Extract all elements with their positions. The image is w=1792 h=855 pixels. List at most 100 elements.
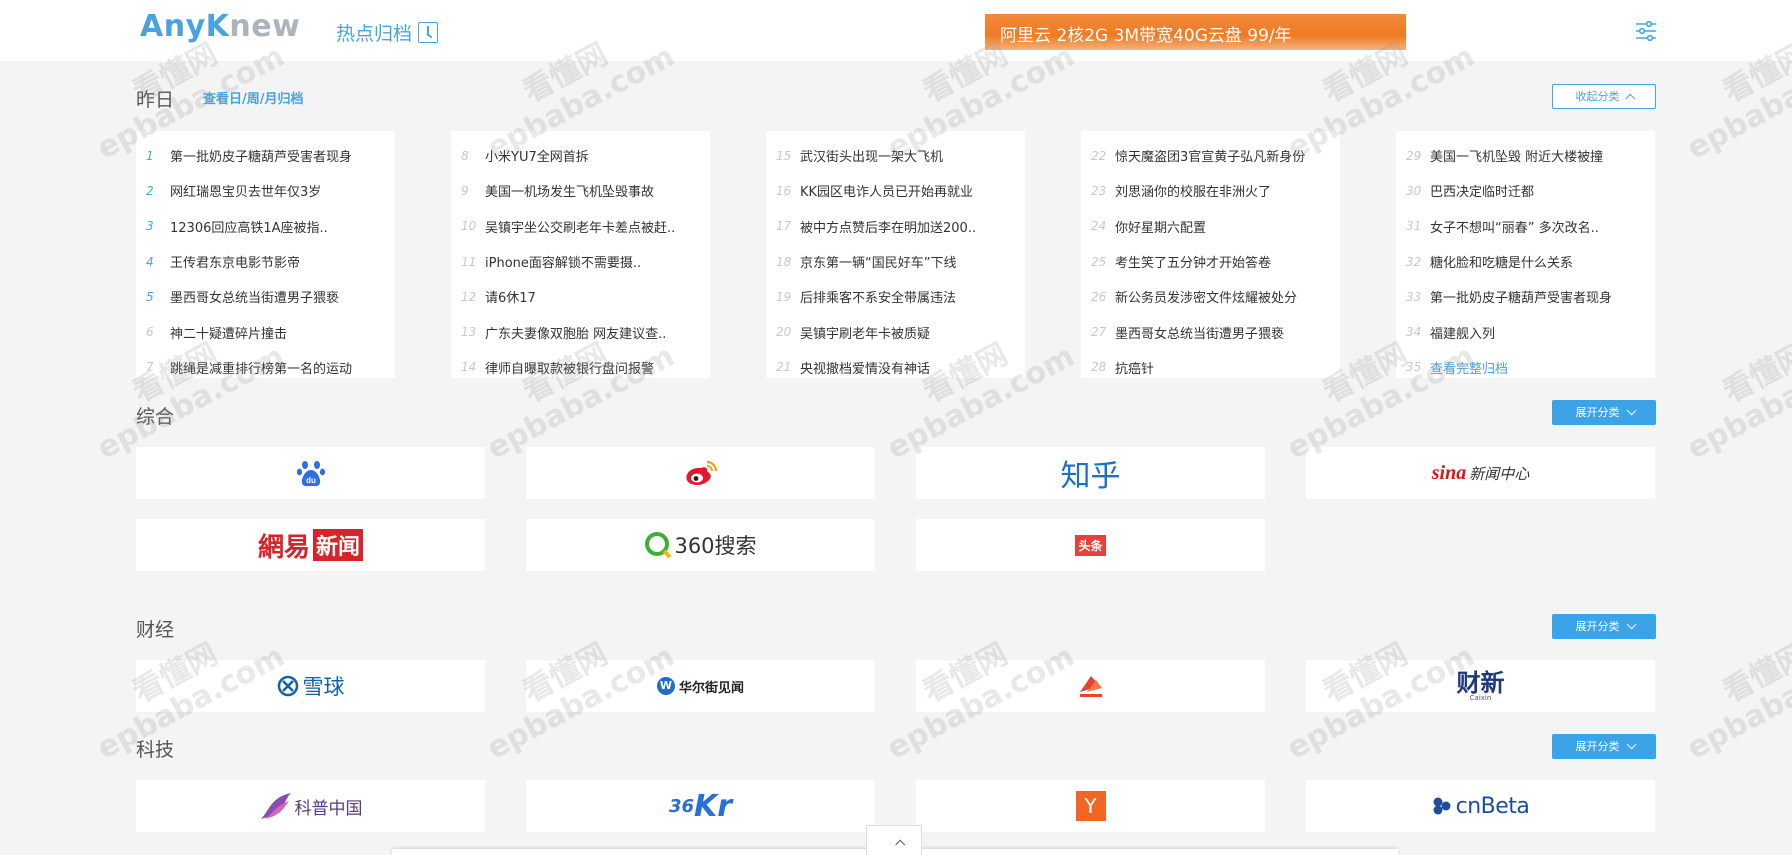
hot-list-item[interactable]: 19 后排乘客不系安全带属违法 [766,279,1025,314]
source-card-weibo[interactable] [526,447,875,499]
hot-list-item[interactable]: 32 糖化脸和吃糖是什么关系 [1396,244,1655,279]
hot-list-item[interactable]: 35 查看完整归档 [1396,350,1655,385]
hot-list-item[interactable]: 27 墨西哥女总统当街遭男子猥亵 [1081,314,1340,349]
source-card-netease[interactable]: 網易 新闻 [136,519,485,571]
rank-number: 8 [461,148,469,163]
toutiao-logo: 头条 [1075,534,1106,556]
hot-list-item[interactable]: 21 央视撤档爱情没有神话 [766,350,1025,385]
hot-item-title: 你好星期六配置 [1115,220,1207,236]
hot-item-title: 第一批奶皮子糖葫芦受害者现身 [170,150,353,166]
hot-list-item[interactable]: 16 KK园区电诈人员已开始再就业 [766,173,1025,208]
hot-list-item[interactable]: 13 广东夫妻像双胞胎 网友建议查.. [451,314,710,349]
cnbeta-label: cnBeta [1455,793,1530,819]
hot-list-item[interactable]: 9 美国一机场发生飞机坠毁事故 [451,173,710,208]
hot-list-item[interactable]: 6 神二十疑遭碎片撞击 [136,314,395,349]
hot-list-item[interactable]: 29 美国一飞机坠毁 附近大楼被撞 [1396,138,1655,173]
hot-list-item[interactable]: 18 京东第一辆“国民好车”下线 [766,244,1025,279]
rank-number: 31 [1406,219,1422,234]
expand-category-button-finance[interactable]: 展开分类 [1552,614,1656,639]
settings-sliders-icon[interactable] [1635,21,1657,41]
rank-number: 12 [461,289,477,304]
rank-number: 24 [1091,219,1107,234]
hot-list-item[interactable]: 34 福建舰入列 [1396,314,1655,349]
hot-list-item[interactable]: 23 刘思涵你的校服在非洲火了 [1081,173,1340,208]
hot-list-item[interactable]: 20 吴镇宇刷老年卡被质疑 [766,314,1025,349]
rank-number: 34 [1406,325,1422,340]
hot-list-item[interactable]: 26 新公务员发涉密文件炫耀被处分 [1081,279,1340,314]
hot-list-item[interactable]: 5 墨西哥女总统当街遭男子猥亵 [136,279,395,314]
hot-list-item[interactable]: 22 惊天魔盗团3官宣黄子弘凡新身份 [1081,138,1340,173]
rank-number: 32 [1406,254,1422,269]
hot-list-item[interactable]: 31 女子不想叫“丽春” 多次改名.. [1396,209,1655,244]
hot-list-item[interactable]: 12 请6休17 [451,279,710,314]
hot-list-item[interactable]: 8 小米YU7全网首拆 [451,138,710,173]
360-search-icon [645,532,672,559]
hot-list-item[interactable]: 3 12306回应高铁1A座被指.. [136,209,395,244]
hot-list-item[interactable]: 7 跳绳是减重排行榜第一名的运动 [136,350,395,385]
source-card-cnbeta[interactable]: cnBeta [1306,780,1655,832]
360-search-label: 360搜索 [674,534,757,558]
hot-item-title: 广东夫妻像双胞胎 网友建议查.. [485,326,667,342]
source-card-kepu[interactable]: 科普中国 [136,780,485,832]
hot-list-item[interactable]: 10 吴镇宇坐公交刷老年卡差点被赶.. [451,209,710,244]
clock-icon [418,22,439,43]
chevron-down-icon [1626,739,1637,750]
site-logo[interactable]: AnyKnew [140,9,300,44]
archive-day-week-month-link[interactable]: 查看日/周/月归档 [203,88,304,107]
hot-list-item[interactable]: 1 第一批奶皮子糖葫芦受害者现身 [136,138,395,173]
collapse-category-button[interactable]: 收起分类 [1552,84,1656,109]
hot-item-title: 12306回应高铁1A座被指.. [170,220,328,236]
hot-item-title: 小米YU7全网首拆 [485,150,589,166]
hot-item-title: 惊天魔盗团3官宣黄子弘凡新身份 [1115,150,1306,166]
source-card-caixin[interactable]: 财新 Caixin [1306,660,1655,712]
rank-number: 23 [1091,183,1107,198]
hot-archive-label: 热点归档 [336,23,413,45]
hot-list-column: 15 武汉街头出现一架大飞机 16 KK园区电诈人员已开始再就业 17 被中方点赞后李在明… [766,131,1025,378]
section-title-finance: 财经 [136,619,175,641]
source-card-eastmoney[interactable] [916,660,1265,712]
rank-number: 9 [461,183,469,198]
source-card-toutiao[interactable]: 头条 [916,519,1265,571]
source-card-baidu[interactable]: du [136,447,485,499]
hot-archive-link[interactable]: 热点归档 [336,19,439,46]
hot-list-item[interactable]: 30 巴西决定临时迁都 [1396,173,1655,208]
source-card-36kr[interactable]: 36 Kr [526,780,875,832]
rank-number: 15 [776,148,792,163]
source-card-wallstreetcn[interactable]: W 华尔街见闻 [526,660,875,712]
scroll-to-top-button[interactable] [866,825,922,855]
hot-item-title: 央视撤档爱情没有神话 [800,361,931,377]
hot-list-item[interactable]: 15 武汉街头出现一架大飞机 [766,138,1025,173]
source-card-zhihu[interactable]: 知乎 [916,447,1265,499]
hot-list-item[interactable]: 33 第一批奶皮子糖葫芦受害者现身 [1396,279,1655,314]
rank-number: 16 [776,183,792,198]
hot-list-item[interactable]: 2 网红瑞恩宝贝去世年仅3岁 [136,173,395,208]
watermark-text: 看懂网 epbaba.com [1667,310,1792,467]
source-card-sina[interactable]: sina 新闻中心 [1306,447,1655,499]
hot-list-item[interactable]: 24 你好星期六配置 [1081,209,1340,244]
baidu-paw-icon: du [296,461,325,487]
rank-number: 10 [461,219,477,234]
eastmoney-logo-icon [1079,676,1102,697]
source-card-xueqiu[interactable]: 雪球 [136,660,485,712]
hot-list-item[interactable]: 28 抗癌针 [1081,350,1340,385]
chevron-down-icon [1626,405,1637,416]
ad-banner[interactable]: 阿里云 2核2G 3M带宽40G云盘 99/年 [985,14,1406,50]
hot-list-item[interactable]: 4 王传君东京电影节影帝 [136,244,395,279]
hot-list-item[interactable]: 14 律师自曝取款被银行盘问报警 [451,350,710,385]
expand-category-button-general[interactable]: 展开分类 [1552,400,1656,425]
hot-list-item[interactable]: 25 考生笑了五分钟才开始答卷 [1081,244,1340,279]
hot-list-item[interactable]: 17 被中方点赞后李在明加送200.. [766,209,1025,244]
section-title-tech: 科技 [136,739,175,761]
wallstreetcn-icon: W [656,677,675,695]
source-card-360[interactable]: 360搜索 [526,519,875,571]
cnbeta-logo-icon [1433,797,1451,815]
source-card-hackernews[interactable]: Y [916,780,1265,832]
rank-number: 33 [1406,289,1422,304]
hot-item-title: 福建舰入列 [1430,326,1496,342]
hot-list-column: 22 惊天魔盗团3官宣黄子弘凡新身份 23 刘思涵你的校服在非洲火了 24 你好星期六配置… [1081,131,1340,378]
hot-list-item[interactable]: 11 iPhone面容解锁不需要摄.. [451,244,710,279]
hot-list-column: 1 第一批奶皮子糖葫芦受害者现身 2 网红瑞恩宝贝去世年仅3岁 3 12306回应高铁1A… [136,131,395,378]
svg-text:du: du [306,476,316,485]
hot-item-title: 武汉街头出现一架大飞机 [800,150,944,166]
expand-category-button-tech[interactable]: 展开分类 [1552,734,1656,759]
